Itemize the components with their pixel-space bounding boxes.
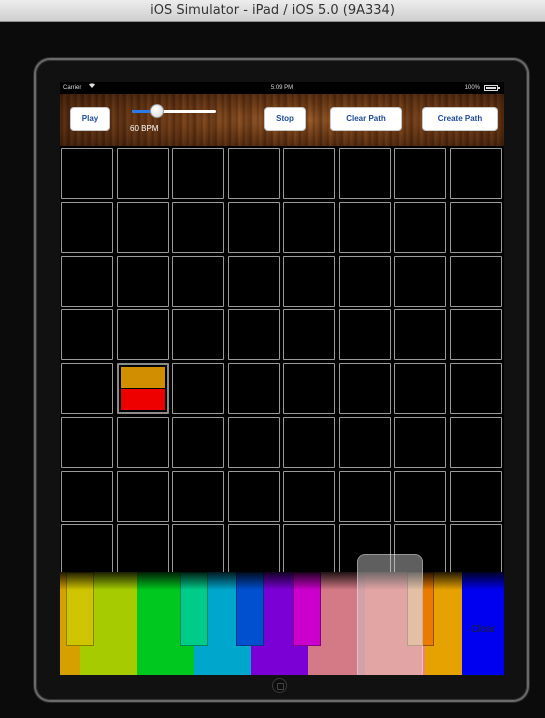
- grid-cell[interactable]: [172, 148, 224, 199]
- grid-cell[interactable]: [449, 470, 502, 522]
- grid-cell[interactable]: [61, 470, 113, 522]
- grid-cell[interactable]: [116, 470, 169, 522]
- grid-cell[interactable]: [394, 148, 446, 199]
- grid-cell[interactable]: [61, 148, 113, 199]
- grid-cell[interactable]: [394, 201, 446, 253]
- grid-cell[interactable]: [172, 470, 224, 522]
- black-key[interactable]: [66, 572, 94, 646]
- grid-cell[interactable]: [116, 255, 169, 307]
- play-button[interactable]: Play: [70, 107, 110, 131]
- grid-cell[interactable]: [116, 309, 169, 361]
- ipad-screen: Carrier 5:09 PM 100% Play 60 BPM Stop Cl…: [60, 82, 504, 675]
- grid-cell[interactable]: [172, 416, 224, 468]
- grid-cell[interactable]: [394, 470, 446, 522]
- stop-button[interactable]: Stop: [264, 107, 306, 131]
- grid-cell[interactable]: [449, 309, 502, 361]
- toolbar: Play 60 BPM Stop Clear Path Create Path: [60, 94, 504, 146]
- grid-cell[interactable]: [283, 416, 335, 468]
- grid-cell[interactable]: [394, 255, 446, 307]
- grid-cell[interactable]: [227, 255, 280, 307]
- grid-cell[interactable]: [172, 309, 224, 361]
- grid-cell[interactable]: [338, 309, 391, 361]
- tempo-slider[interactable]: [132, 110, 216, 113]
- grid-cell[interactable]: [61, 416, 113, 468]
- window-title-bar: iOS Simulator - iPad / iOS 5.0 (9A334): [0, 0, 545, 22]
- grid-cell[interactable]: [116, 524, 169, 576]
- black-key[interactable]: [293, 572, 321, 646]
- clear-path-button[interactable]: Clear Path: [330, 107, 402, 131]
- grid-cell[interactable]: [283, 148, 335, 199]
- note-top-color: [120, 367, 165, 388]
- grid-cell[interactable]: [394, 363, 446, 414]
- grid-cell[interactable]: [61, 201, 113, 253]
- grid-cell[interactable]: [449, 201, 502, 253]
- black-key[interactable]: [180, 572, 208, 646]
- grid-cell[interactable]: [338, 148, 391, 199]
- grid-cell[interactable]: [227, 470, 280, 522]
- grid-cell[interactable]: [227, 309, 280, 361]
- status-bar: Carrier 5:09 PM 100%: [60, 82, 504, 94]
- grid-cell[interactable]: [172, 201, 224, 253]
- grid-cell[interactable]: [449, 255, 502, 307]
- grid-cell[interactable]: [116, 148, 169, 199]
- grid-cell[interactable]: [172, 363, 224, 414]
- window-title: iOS Simulator - iPad / iOS 5.0 (9A334): [150, 3, 395, 18]
- grid-cell[interactable]: [227, 524, 280, 576]
- white-key[interactable]: Clear: [462, 572, 504, 675]
- grid-cell[interactable]: [338, 416, 391, 468]
- create-path-button[interactable]: Create Path: [422, 107, 498, 131]
- key-label: Clear: [471, 624, 495, 635]
- selected-key-highlight: [357, 554, 423, 675]
- battery-percent: 100%: [464, 85, 480, 91]
- grid-cell[interactable]: [449, 416, 502, 468]
- black-key[interactable]: [422, 572, 434, 646]
- tempo-slider-thumb[interactable]: [150, 104, 165, 118]
- grid-cell[interactable]: [227, 363, 280, 414]
- grid-cell[interactable]: [283, 470, 335, 522]
- home-button[interactable]: [272, 678, 287, 693]
- status-time: 5:09 PM: [270, 85, 294, 91]
- grid-cell[interactable]: [338, 255, 391, 307]
- note-bottom-color: [120, 389, 165, 410]
- grid-cell[interactable]: [283, 363, 335, 414]
- grid-cell[interactable]: [449, 148, 502, 199]
- black-key[interactable]: [236, 572, 264, 646]
- grid-cell[interactable]: [61, 309, 113, 361]
- grid-cell[interactable]: [449, 524, 502, 576]
- grid-cell[interactable]: [338, 201, 391, 253]
- grid-cell[interactable]: [61, 255, 113, 307]
- grid-cell[interactable]: [61, 363, 113, 414]
- grid-cell[interactable]: [227, 416, 280, 468]
- color-keyboard: Clear: [60, 554, 504, 675]
- grid-cell[interactable]: [338, 470, 391, 522]
- grid-cell[interactable]: [116, 363, 169, 414]
- grid-cell[interactable]: [394, 416, 446, 468]
- grid-cell[interactable]: [116, 416, 169, 468]
- grid-cell[interactable]: [338, 363, 391, 414]
- grid-cell[interactable]: [449, 363, 502, 414]
- grid-cell[interactable]: [172, 524, 224, 576]
- battery-icon: [484, 85, 500, 91]
- grid-cell[interactable]: [227, 148, 280, 199]
- grid-cell[interactable]: [394, 309, 446, 361]
- grid-cell[interactable]: [172, 255, 224, 307]
- grid-cell[interactable]: [283, 201, 335, 253]
- tempo-label: 60 BPM: [130, 124, 159, 133]
- note-grid: [60, 146, 504, 576]
- grid-cell[interactable]: [283, 524, 335, 576]
- grid-cell[interactable]: [116, 201, 169, 253]
- grid-cell[interactable]: [61, 524, 113, 576]
- grid-cell[interactable]: [283, 309, 335, 361]
- grid-cell[interactable]: [283, 255, 335, 307]
- grid-cell[interactable]: [227, 201, 280, 253]
